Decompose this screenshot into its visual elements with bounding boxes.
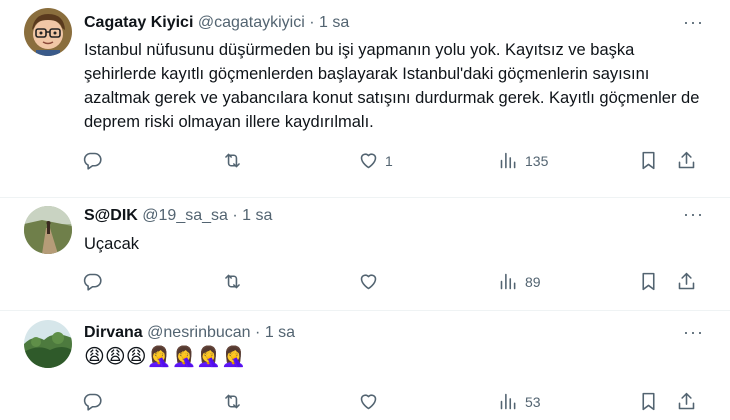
display-name[interactable]: S@DIK <box>84 207 138 224</box>
tweet-actions: 89 <box>78 271 708 295</box>
share-button[interactable] <box>676 391 697 412</box>
tweet-actions: 1 135 <box>78 150 708 174</box>
share-button[interactable] <box>676 271 697 292</box>
user-handle[interactable]: @19_sa_sa <box>142 207 228 224</box>
views-icon <box>500 273 516 290</box>
tweet[interactable]: Dirvana @nesrinbucan · 1 sa ··· 😩😩😩🤦‍♀️🤦… <box>0 311 730 420</box>
like-count: 1 <box>385 152 393 169</box>
display-name[interactable]: Dirvana <box>84 324 143 341</box>
views-icon <box>500 393 516 410</box>
retweet-button[interactable] <box>222 271 243 292</box>
avatar[interactable] <box>24 8 72 56</box>
more-options-icon[interactable]: ··· <box>683 323 704 341</box>
heart-icon <box>360 274 377 290</box>
like-button[interactable]: 1 <box>358 150 393 171</box>
avatar[interactable] <box>24 206 72 254</box>
tweet-header: Dirvana @nesrinbucan · 1 sa <box>84 323 295 343</box>
like-button[interactable] <box>358 271 385 292</box>
user-handle[interactable]: @nesrinbucan <box>147 324 250 341</box>
tweet-text: Uçacak <box>84 235 140 253</box>
retweet-icon <box>225 153 240 168</box>
timestamp[interactable]: 1 sa <box>319 14 349 31</box>
more-options-icon[interactable]: ··· <box>683 205 704 223</box>
more-options-icon[interactable]: ··· <box>683 13 704 31</box>
retweet-icon <box>225 274 240 289</box>
heart-icon <box>360 394 377 410</box>
bookmark-button[interactable] <box>638 150 659 171</box>
avatar[interactable] <box>24 320 72 368</box>
tweet-text: Istanbul nüfusunu düşürmeden bu işi yapm… <box>84 41 700 131</box>
tweet-actions: 53 <box>78 391 708 415</box>
views-button[interactable]: 53 <box>498 391 541 412</box>
separator-dot: · <box>255 324 261 341</box>
bookmark-icon <box>642 272 655 291</box>
views-button[interactable]: 135 <box>498 150 548 171</box>
view-count: 135 <box>525 152 549 169</box>
tweet[interactable]: Cagatay Kiyici @cagataykiyici · 1 sa ···… <box>0 0 730 198</box>
share-icon <box>678 151 695 169</box>
retweet-icon <box>225 394 240 409</box>
timestamp[interactable]: 1 sa <box>265 324 295 341</box>
tweet-text: 😩😩😩🤦‍♀️🤦‍♀️🤦‍♀️🤦‍♀️ <box>84 346 247 368</box>
tweet[interactable]: S@DIK @19_sa_sa · 1 sa ··· Uçacak 89 <box>0 198 730 311</box>
view-count: 53 <box>525 393 541 410</box>
bookmark-icon <box>642 392 655 411</box>
reply-button[interactable] <box>82 391 103 412</box>
separator-dot: · <box>309 14 315 31</box>
views-button[interactable]: 89 <box>498 271 541 292</box>
heart-icon <box>360 153 377 169</box>
bookmark-button[interactable] <box>638 391 659 412</box>
bookmark-button[interactable] <box>638 271 659 292</box>
reply-icon <box>83 273 102 291</box>
views-icon <box>500 152 516 169</box>
reply-button[interactable] <box>82 271 103 292</box>
share-icon <box>678 392 695 410</box>
reply-icon <box>83 393 102 411</box>
like-button[interactable] <box>358 391 385 412</box>
tweet-header: S@DIK @19_sa_sa · 1 sa <box>84 206 272 226</box>
timestamp[interactable]: 1 sa <box>242 207 272 224</box>
user-handle[interactable]: @cagataykiyici <box>198 14 305 31</box>
tweet-header: Cagatay Kiyici @cagataykiyici · 1 sa <box>84 13 349 33</box>
reply-icon <box>83 152 102 170</box>
retweet-button[interactable] <box>222 150 243 171</box>
bookmark-icon <box>642 151 655 170</box>
share-button[interactable] <box>676 150 697 171</box>
share-icon <box>678 272 695 290</box>
retweet-button[interactable] <box>222 391 243 412</box>
reply-button[interactable] <box>82 150 103 171</box>
view-count: 89 <box>525 273 541 290</box>
display-name[interactable]: Cagatay Kiyici <box>84 14 193 31</box>
separator-dot: · <box>232 207 238 224</box>
